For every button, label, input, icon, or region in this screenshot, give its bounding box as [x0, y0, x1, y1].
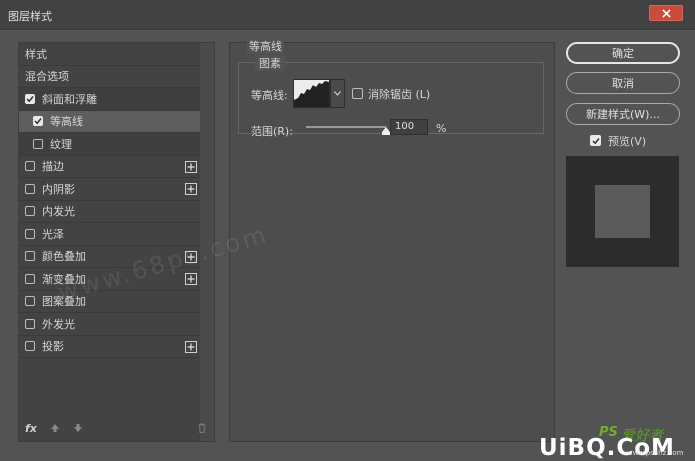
style-item-checkbox[interactable]: [25, 341, 35, 352]
style-item-checkbox[interactable]: [33, 116, 43, 127]
checkmark-icon: [26, 95, 34, 103]
close-icon: [661, 8, 671, 18]
plus-icon: [187, 185, 195, 193]
style-item-label: 光泽: [42, 227, 64, 241]
plus-icon: [187, 343, 195, 350]
add-style-button[interactable]: [185, 340, 197, 353]
style-item-label: 投影: [42, 340, 64, 354]
layer-style-dialog: 样式 混合选项 斜面和浮雕 等高线 纹理 描边 内阴影 内发光 光泽 颜色叠加 渐变叠加 图案叠加…: [0, 30, 695, 461]
contour-label: 等高线:: [251, 89, 288, 102]
range-slider[interactable]: [306, 126, 386, 128]
move-up-icon[interactable]: [49, 422, 61, 434]
contour-dropdown[interactable]: [330, 79, 345, 108]
style-item-checkbox[interactable]: [25, 206, 35, 217]
style-item[interactable]: 外发光: [19, 313, 200, 336]
style-list: 样式 混合选项 斜面和浮雕 等高线 纹理 描边 内阴影 内发光 光泽 颜色叠加 渐变叠加 图案叠加…: [19, 43, 200, 358]
plus-icon: [187, 163, 195, 170]
style-item[interactable]: 斜面和浮雕: [19, 88, 200, 111]
style-item-label: 描边: [42, 160, 64, 174]
style-list-toolbar: fx: [19, 417, 206, 441]
style-item-checkbox[interactable]: [25, 296, 35, 307]
style-item-label: 颜色叠加: [42, 250, 86, 264]
style-item-checkbox[interactable]: [25, 228, 35, 239]
new-style-button[interactable]: 新建样式(W)...: [566, 103, 680, 125]
chevron-down-icon: [334, 91, 341, 96]
style-item[interactable]: 内发光: [19, 201, 200, 223]
style-item[interactable]: 内阴影: [19, 178, 200, 201]
preview-label: 预览(V): [608, 135, 647, 148]
style-item-label: 等高线: [50, 115, 83, 129]
group-title: 图素: [255, 55, 285, 71]
styles-header-label: 样式: [25, 47, 47, 61]
style-item-label: 内发光: [42, 205, 75, 219]
plus-icon: [187, 275, 195, 283]
style-item-label: 纹理: [50, 137, 72, 151]
style-item-checkbox[interactable]: [25, 93, 35, 104]
range-label: 范围(R):: [251, 125, 293, 138]
contour-curve-icon: [294, 81, 329, 107]
add-style-button[interactable]: [185, 160, 197, 173]
range-unit: %: [436, 122, 447, 135]
style-item-label: 内阴影: [42, 182, 75, 196]
style-item-checkbox[interactable]: [25, 273, 35, 284]
add-style-button[interactable]: [185, 273, 197, 285]
style-item[interactable]: 投影: [19, 336, 200, 358]
style-preview-swatch: [566, 156, 679, 267]
trash-icon[interactable]: [196, 422, 208, 434]
logo-main: UiBQ.CoM: [539, 435, 675, 461]
style-item[interactable]: 图案叠加: [19, 291, 200, 313]
blend-options-item[interactable]: 混合选项: [19, 66, 200, 88]
style-item-checkbox[interactable]: [33, 138, 43, 149]
contour-settings-panel: 等高线 图素 等高线: 消除锯齿 (L) 范围(R): 100 %: [229, 38, 555, 442]
close-button[interactable]: [649, 5, 683, 21]
add-style-button[interactable]: [185, 183, 197, 195]
range-input[interactable]: 100: [390, 119, 428, 135]
checkmark-icon: [34, 118, 42, 125]
section-title: 等高线: [247, 38, 284, 54]
fx-button[interactable]: fx: [25, 422, 37, 435]
contour-picker[interactable]: [293, 79, 330, 108]
style-item[interactable]: 等高线: [19, 110, 200, 133]
style-list-header[interactable]: 样式: [19, 43, 200, 66]
preview-checkbox[interactable]: [590, 135, 601, 146]
anti-alias-label: 消除锯齿 (L): [368, 88, 431, 101]
style-item[interactable]: 纹理: [19, 133, 200, 156]
window-title: 图层样式: [8, 10, 52, 23]
title-bar: 图层样式: [0, 0, 695, 30]
anti-alias-checkbox[interactable]: [352, 88, 363, 99]
elements-group: 图素 等高线: 消除锯齿 (L) 范围(R): 100 %: [238, 55, 544, 138]
style-item-checkbox[interactable]: [25, 161, 35, 172]
style-item-checkbox[interactable]: [25, 318, 35, 329]
style-item-label: 斜面和浮雕: [42, 92, 97, 106]
style-item-label: 外发光: [42, 317, 75, 331]
style-item-checkbox[interactable]: [25, 251, 35, 262]
blend-options-label: 混合选项: [25, 70, 69, 84]
style-item[interactable]: 光泽: [19, 223, 200, 246]
ok-button[interactable]: 确定: [566, 42, 680, 64]
style-preview-inner: [595, 185, 650, 238]
move-down-icon[interactable]: [72, 422, 84, 434]
checkmark-icon: [591, 137, 600, 144]
site-logo: PS 爱好者 UiBQ.CoM www.psahz.com: [539, 425, 689, 461]
cancel-button[interactable]: 取消: [566, 72, 680, 94]
style-item-checkbox[interactable]: [25, 183, 35, 194]
style-item[interactable]: 描边: [19, 156, 200, 178]
logo-site: www.psahz.com: [627, 449, 684, 457]
